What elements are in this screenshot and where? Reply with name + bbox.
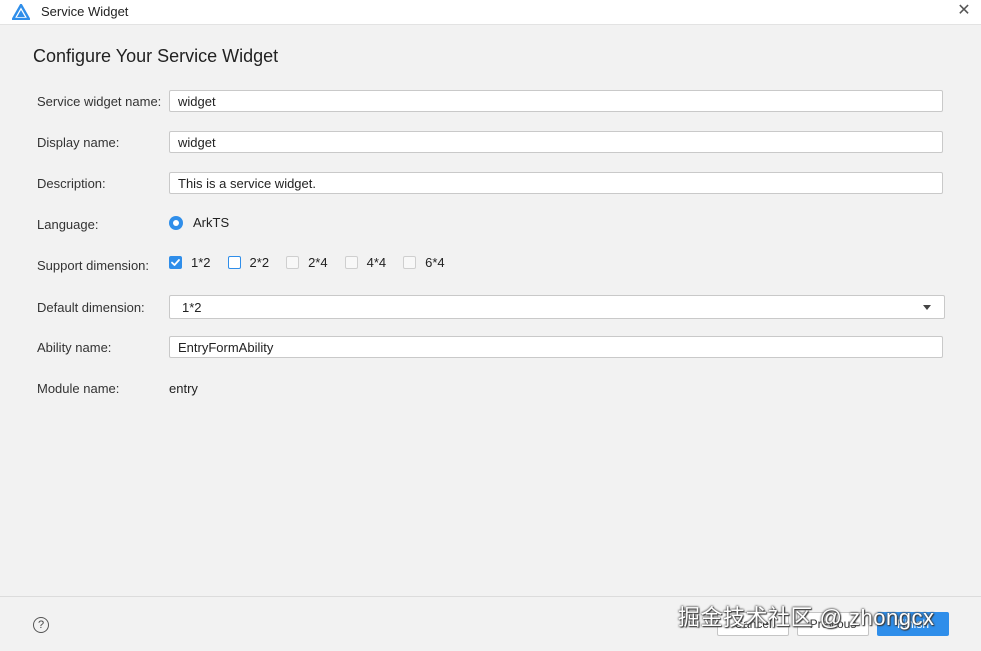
description-input[interactable] — [169, 172, 943, 194]
watermark-text: 掘金技术社区 @ zhongcx — [678, 605, 935, 630]
checkbox-checked[interactable] — [169, 256, 182, 269]
dimension-label: 2*2 — [249, 255, 270, 270]
dimension-checkbox-2x4[interactable]: 2*4 — [286, 255, 328, 270]
dimension-label: 6*4 — [425, 255, 445, 270]
language-label: Language: — [37, 217, 99, 232]
ability-name-input[interactable] — [169, 336, 943, 358]
default-dimension-label: Default dimension: — [37, 300, 145, 315]
default-dimension-row: Default dimension: 1*2 — [37, 295, 945, 319]
display-name-input[interactable] — [169, 131, 943, 153]
close-icon: ✕ — [957, 2, 971, 19]
language-radio-arkts[interactable]: ArkTS — [169, 215, 229, 230]
module-name-value: entry — [169, 381, 198, 396]
language-option-label: ArkTS — [193, 215, 230, 230]
support-dimension-row: Support dimension: 1*2 2*2 2*4 4*4 6*4 — [37, 254, 945, 278]
ability-name-label: Ability name: — [37, 340, 112, 355]
dimension-label: 4*4 — [366, 255, 387, 270]
dropdown-arrow-icon — [923, 305, 931, 310]
description-row: Description: — [37, 172, 945, 196]
service-widget-name-input[interactable] — [169, 90, 943, 112]
dimension-checkbox-4x4[interactable]: 4*4 — [344, 255, 387, 270]
help-icon[interactable]: ? — [33, 617, 49, 633]
description-label: Description: — [37, 176, 106, 191]
default-dimension-select[interactable]: 1*2 — [169, 295, 945, 319]
dimension-checkbox-1x2[interactable]: 1*2 — [169, 255, 211, 270]
check-icon — [171, 259, 180, 266]
language-row: Language: ArkTS — [37, 213, 945, 237]
module-name-label: Module name: — [37, 381, 120, 396]
service-widget-name-row: Service widget name: — [37, 90, 945, 114]
radio-button-selected[interactable] — [169, 215, 183, 230]
dimension-label: 1*2 — [191, 255, 211, 270]
default-dimension-value: 1*2 — [182, 300, 202, 315]
support-dimension-checkboxes: 1*2 2*2 2*4 4*4 6*4 — [169, 255, 462, 270]
dimension-checkbox-2x2[interactable]: 2*2 — [227, 255, 270, 270]
display-name-label: Display name: — [37, 135, 120, 150]
display-name-row: Display name: — [37, 131, 945, 155]
checkbox-unchecked[interactable] — [286, 256, 300, 269]
footer-divider — [0, 596, 981, 597]
title-bar: Service Widget ✕ — [0, 0, 981, 25]
module-name-row: Module name: entry — [37, 377, 945, 401]
checkbox-unchecked[interactable] — [403, 256, 417, 269]
page-title: Configure Your Service Widget — [33, 46, 279, 66]
ability-name-row: Ability name: — [37, 336, 945, 360]
checkbox-unchecked[interactable] — [227, 256, 241, 269]
support-dimension-label: Support dimension: — [37, 258, 150, 273]
dimension-checkbox-6x4[interactable]: 6*4 — [403, 255, 445, 270]
service-widget-name-label: Service widget name: — [37, 94, 162, 109]
close-button[interactable]: ✕ — [955, 2, 973, 20]
window-title: Service Widget — [41, 4, 129, 19]
checkbox-unchecked[interactable] — [344, 256, 358, 269]
deveco-logo-icon — [12, 4, 30, 20]
dimension-label: 2*4 — [308, 255, 328, 270]
